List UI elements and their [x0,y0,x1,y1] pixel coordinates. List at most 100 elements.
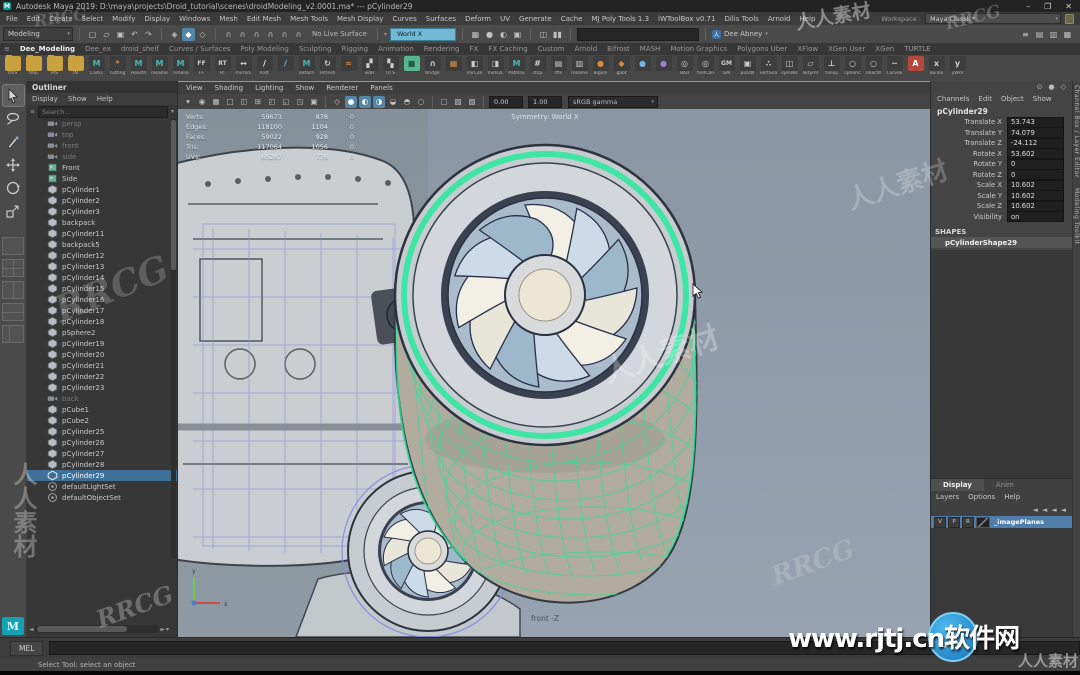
sidebar-channel-box-icon[interactable]: ▥ [1047,28,1060,41]
channelbox-menu-object[interactable]: Object [1001,95,1024,103]
move-tool[interactable] [3,154,24,175]
outliner-item-pcylinder26[interactable]: pCylinder26 [27,437,177,448]
shelf-button-ctcp[interactable]: #ctcp [528,56,547,76]
snap-projected-center-icon[interactable]: ∩ [264,28,277,41]
outliner-item-pcylinder27[interactable]: pCylinder27 [27,448,177,459]
shelf-tab-arnold[interactable]: Arnold [575,45,598,53]
outliner-item-pcube1[interactable]: pCube1 [27,404,177,415]
shelf-button-relacw[interactable]: ○relacW [864,56,883,76]
camera-attributes-icon[interactable]: ▦ [210,96,222,108]
shelf-tab-fx-caching[interactable]: FX Caching [488,45,527,53]
shelf-button-in[interactable]: IN [66,56,85,76]
channelbox-menu-edit[interactable]: Edit [978,95,992,103]
shelf-tab-poly-modeling[interactable]: Poly Modeling [240,45,288,53]
scroll-left-icon[interactable]: ◄ [29,626,34,633]
outliner-item-pcylinder18[interactable]: pCylinder18 [27,316,177,327]
move-layer-up-icon[interactable]: ◄ [1032,506,1037,514]
shelf-button-tmp[interactable]: tmp [24,56,43,76]
shelf-button-resame[interactable]: Mresame [150,56,169,76]
gate-mask-icon[interactable]: ◳ [294,96,306,108]
shadows-icon[interactable]: ◒ [387,96,399,108]
lock-camera-icon[interactable]: ◉ [196,96,208,108]
shelf-button-hearth[interactable]: MHearth [129,56,148,76]
shelf-tab-xgen-user[interactable]: XGen User [828,45,865,53]
outliner-horizontal-scrollbar[interactable]: ◄ ► ▾ [29,623,169,635]
menu-curves[interactable]: Curves [392,15,416,23]
outliner-menu-display[interactable]: Display [32,95,58,103]
shelf-button-detach[interactable]: Mdetach [297,56,316,76]
shelf-button-mirr2l[interactable]: ◨mirR2L [486,56,505,76]
shelf-button-ff[interactable]: FFFF [192,56,211,76]
shelf-button-pickw[interactable]: ▣pickW [738,56,757,76]
shelf-button-ovs[interactable]: OVS [3,56,22,76]
redo-icon[interactable]: ↷ [142,28,155,41]
lock-workspace-icon[interactable] [1065,14,1074,24]
paint-select-tool[interactable] [3,131,24,152]
shelf-button-ysnap[interactable]: ⊥Ysnap [822,56,841,76]
outliner-item-pcylinder19[interactable]: pCylinder19 [27,338,177,349]
shelf-tab-xgen[interactable]: XGen [875,45,894,53]
shelf-tab-turtle[interactable]: TURTLE [904,45,930,53]
sidebar-tool-settings-icon[interactable]: ▤ [1033,28,1046,41]
isolate-select-icon[interactable]: ▢ [438,96,450,108]
film-gate-icon[interactable]: ◰ [266,96,278,108]
speed-state-icon[interactable]: ● [1049,83,1055,91]
outliner-item-pcylinder13[interactable]: pCylinder13 [27,261,177,272]
shelf-button-xwtoo[interactable]: xxwToo [927,56,946,76]
toolbox-icon[interactable]: ◫ [537,28,550,41]
snap-curve-icon[interactable]: ∩ [236,28,249,41]
menu-file[interactable]: File [6,15,18,23]
manipulator-icon[interactable]: ◇ [1061,83,1066,91]
shelf-button-item[interactable]: ● [633,56,652,71]
shelf-tab-custom[interactable]: Custom [538,45,565,53]
shelf-button-spheric[interactable]: ○spheric [843,56,862,76]
snap-grid-icon[interactable]: ∩ [222,28,235,41]
attribute-value-field[interactable]: 74.079 [1007,127,1064,138]
shaded-icon[interactable]: ● [345,96,357,108]
attribute-value-field[interactable]: 53.602 [1007,148,1064,159]
minimize-button[interactable]: – [1026,2,1030,11]
outliner-filter-icon[interactable]: ≡ [30,108,35,115]
outliner-item-pcylinder3[interactable]: pCylinder3 [27,206,177,217]
menu-create[interactable]: Create [49,15,72,23]
menu-surfaces[interactable]: Surfaces [426,15,456,23]
outliner-item-pcylinder23[interactable]: pCylinder23 [27,382,177,393]
xray-icon[interactable]: ▧ [452,96,464,108]
menu-set-dropdown[interactable]: Modeling [3,27,73,41]
menu-select[interactable]: Select [82,15,104,23]
shelf-button-bbd[interactable]: ◎Bbd [675,56,694,76]
lasso-tool[interactable] [3,108,24,129]
outliner-menu-help[interactable]: Help [97,95,113,103]
sidebar-attr-editor-icon[interactable]: ≡ [1019,28,1032,41]
attribute-value-field[interactable]: 53.743 [1007,117,1064,128]
menu-edit[interactable]: Edit [27,15,41,23]
outliner-item-pcylinder25[interactable]: pCylinder25 [27,426,177,437]
attribute-value-field[interactable]: 0 [1007,159,1064,170]
shelf-button-bigsm[interactable]: ●Bigsm [591,56,610,76]
shelf-tab-bifrost[interactable]: Bifrost [607,45,630,53]
outliner-item-psphere2[interactable]: pSphere2 [27,327,177,338]
shelf-tab-mash[interactable]: MASH [640,45,661,53]
outliner-item-pcylinder17[interactable]: pCylinder17 [27,305,177,316]
side-tab-modeling-toolkit[interactable]: Modeling Toolkit [1073,188,1080,244]
menu-modify[interactable]: Modify [112,15,135,23]
shelf-button-kaft[interactable]: /Kaft [255,56,274,76]
menu-iwtoolbox-v0-71[interactable]: iWToolBox v0.71 [658,15,715,23]
shelf-tab-xflow[interactable]: XFlow [797,45,818,53]
outliner-item-side[interactable]: side [27,151,177,162]
shelf-button-findcan[interactable]: ◎findCan [696,56,715,76]
quick-selection-field[interactable] [577,28,699,41]
viewport-menu-panels[interactable]: Panels [370,84,393,92]
shelf-button-uts[interactable]: ▚UTS [381,56,400,76]
shelf-tab-fx[interactable]: FX [470,45,479,53]
shelf-tab-sculpting[interactable]: Sculpting [299,45,332,53]
viewport-scene[interactable]: Verts:596738780Edges:11810011040Faces:59… [178,109,930,637]
menu-uv[interactable]: UV [500,15,510,23]
shelf-button-curvee[interactable]: ~CurveE [885,56,904,76]
screen-space-ao-icon[interactable]: ◓ [401,96,413,108]
outliner-pane-menu-icon[interactable]: ▾ [166,626,169,633]
ipr-render-icon[interactable]: ● [483,28,496,41]
save-scene-icon[interactable]: ▣ [114,28,127,41]
signed-in-user[interactable]: 人 Dee Abney ▾ [712,30,768,39]
layout-four-pane[interactable] [2,259,24,277]
